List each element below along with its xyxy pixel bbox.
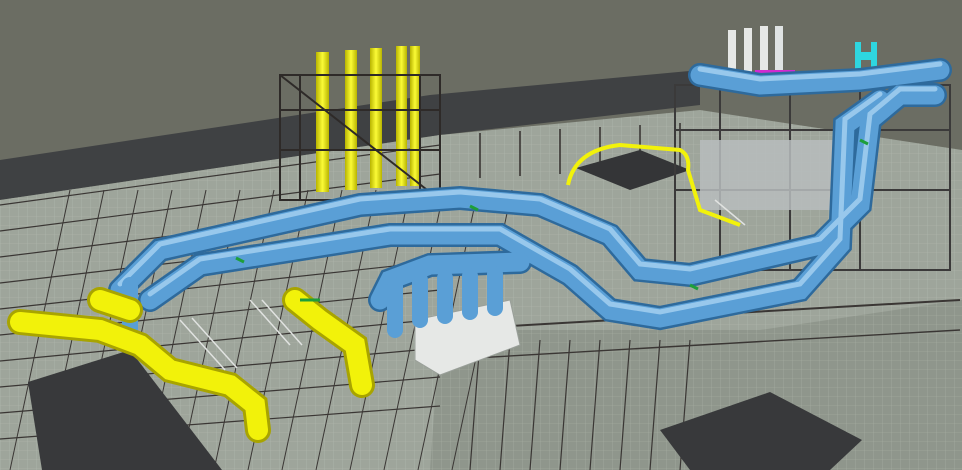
stack-icon [316,52,329,192]
plant-3d-scene[interactable] [0,0,962,470]
white-tank [775,26,783,76]
model-viewport[interactable] [0,0,962,470]
stack-icon [370,48,382,188]
stack-icon [396,46,407,186]
white-tank [760,26,768,76]
stack-icon [345,50,357,190]
stack-icon [410,46,420,186]
equipment-block [700,140,840,210]
